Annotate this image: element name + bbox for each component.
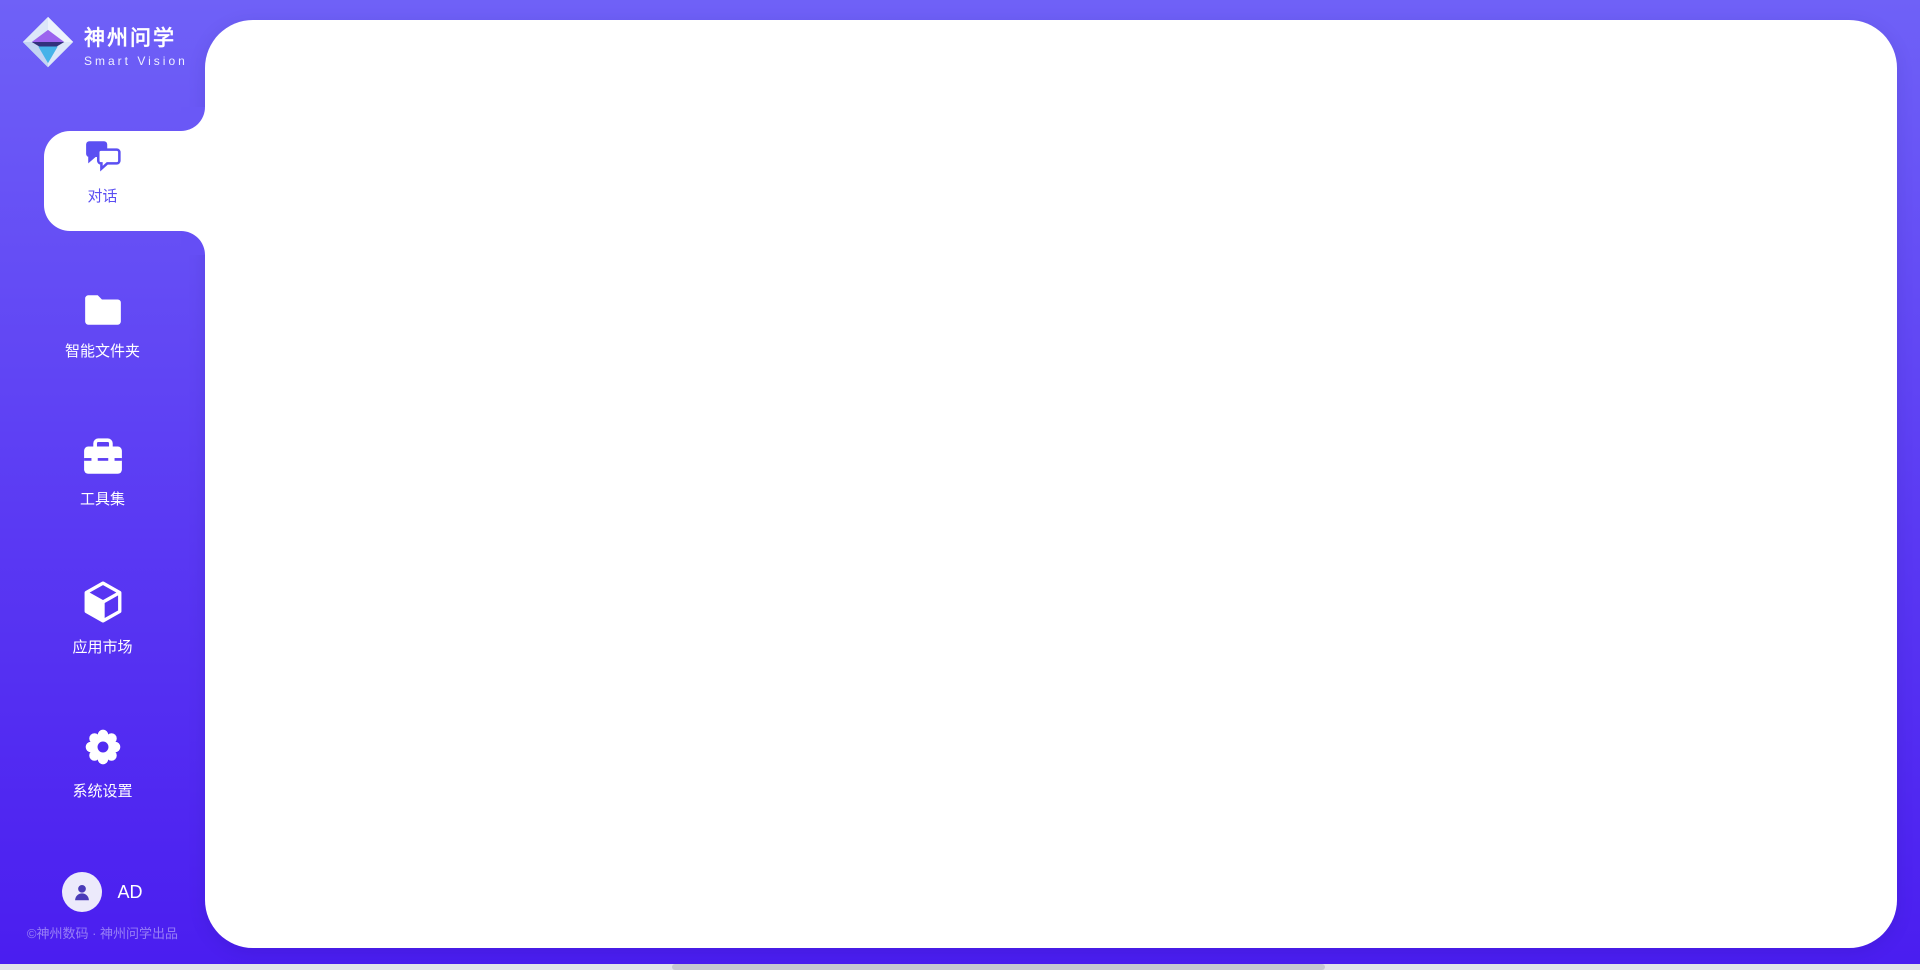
sidebar-item-label: 工具集 <box>80 488 125 509</box>
main-content-panel <box>205 20 1897 948</box>
folder-icon <box>82 292 124 333</box>
user-profile[interactable]: AD <box>0 872 205 912</box>
sidebar-item-chat[interactable]: 对话 <box>0 139 205 206</box>
horizontal-scrollbar[interactable] <box>0 964 1920 970</box>
cube-icon <box>82 580 124 629</box>
gear-icon <box>82 726 124 773</box>
brand-subtitle: Smart Vision <box>84 54 188 68</box>
sidebar-item-toolbox[interactable]: 工具集 <box>0 438 205 509</box>
sidebar-item-label: 应用市场 <box>72 636 132 657</box>
sidebar-item-label: 系统设置 <box>72 780 132 801</box>
scrollbar-thumb[interactable] <box>672 964 1325 970</box>
gem-logo-icon <box>22 16 74 73</box>
brand-logo: 神州问学 Smart Vision <box>22 16 188 73</box>
copyright-text: ©神州数码 · 神州问学出品 <box>0 923 205 942</box>
avatar <box>62 872 102 912</box>
sidebar-item-label: 对话 <box>87 185 117 206</box>
sidebar-item-label: 智能文件夹 <box>65 340 140 361</box>
brand-name: 神州问学 <box>84 22 188 52</box>
sidebar-item-smart-folder[interactable]: 智能文件夹 <box>0 292 205 361</box>
user-initials: AD <box>117 882 142 903</box>
sidebar-item-app-market[interactable]: 应用市场 <box>0 580 205 657</box>
chat-icon <box>84 139 122 178</box>
sidebar-item-settings[interactable]: 系统设置 <box>0 726 205 801</box>
toolbox-icon <box>82 438 124 481</box>
